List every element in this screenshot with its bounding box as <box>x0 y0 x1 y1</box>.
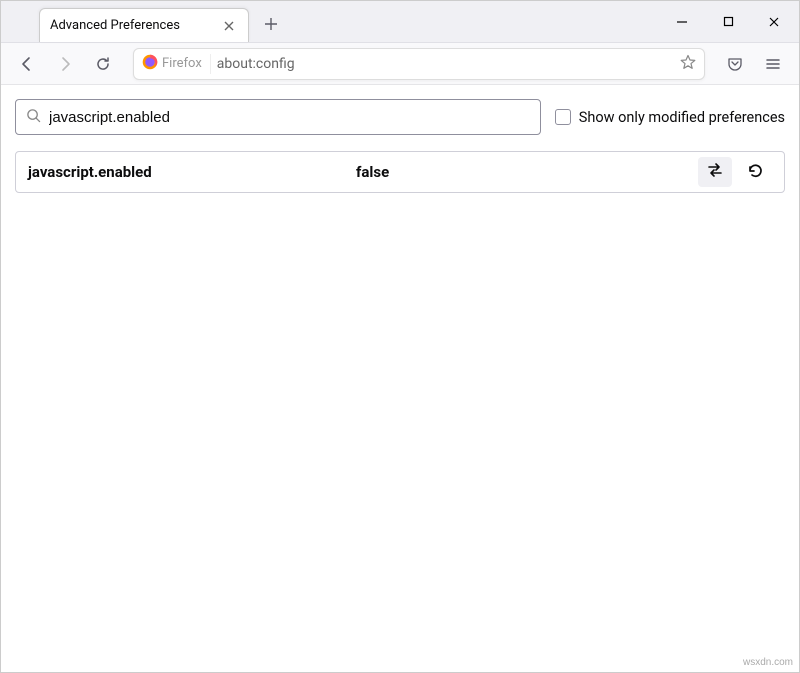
new-tab-button[interactable] <box>255 8 287 40</box>
tab-title: Advanced Preferences <box>50 18 180 33</box>
about-config-content: Show only modified preferences javascrip… <box>1 85 799 207</box>
nav-toolbar: Firefox about:config <box>1 43 799 85</box>
pref-name: javascript.enabled <box>28 163 348 181</box>
minimize-button[interactable] <box>659 7 705 37</box>
close-icon[interactable] <box>220 17 238 35</box>
pocket-button[interactable] <box>719 48 751 80</box>
search-icon <box>26 108 41 127</box>
tab-advanced-preferences[interactable]: Advanced Preferences <box>39 8 249 42</box>
pref-actions <box>698 157 772 187</box>
show-modified-checkbox[interactable]: Show only modified preferences <box>555 109 785 126</box>
search-box[interactable] <box>15 99 541 135</box>
undo-icon <box>746 162 764 182</box>
watermark: wsxdn.com <box>743 657 793 668</box>
window-controls <box>659 1 799 42</box>
show-modified-label: Show only modified preferences <box>579 109 785 126</box>
app-menu-button[interactable] <box>757 48 789 80</box>
back-button[interactable] <box>11 48 43 80</box>
url-bar[interactable]: Firefox about:config <box>133 48 705 80</box>
bookmark-star-icon[interactable] <box>680 54 696 74</box>
reload-button[interactable] <box>87 48 119 80</box>
close-window-button[interactable] <box>751 7 797 37</box>
search-input[interactable] <box>49 109 530 126</box>
toggle-button[interactable] <box>698 157 732 187</box>
identity-box[interactable]: Firefox <box>142 54 211 74</box>
toggle-icon <box>706 162 724 182</box>
search-row: Show only modified preferences <box>15 99 785 135</box>
titlebar: Advanced Preferences <box>1 1 799 43</box>
url-text: about:config <box>217 56 295 72</box>
maximize-button[interactable] <box>705 7 751 37</box>
pref-value: false <box>356 163 690 181</box>
tabs-area: Advanced Preferences <box>1 1 287 42</box>
checkbox-icon[interactable] <box>555 109 571 125</box>
identity-label: Firefox <box>162 56 202 71</box>
reset-button[interactable] <box>738 157 772 187</box>
firefox-icon <box>142 54 158 74</box>
pref-row: javascript.enabled false <box>15 151 785 193</box>
forward-button[interactable] <box>49 48 81 80</box>
